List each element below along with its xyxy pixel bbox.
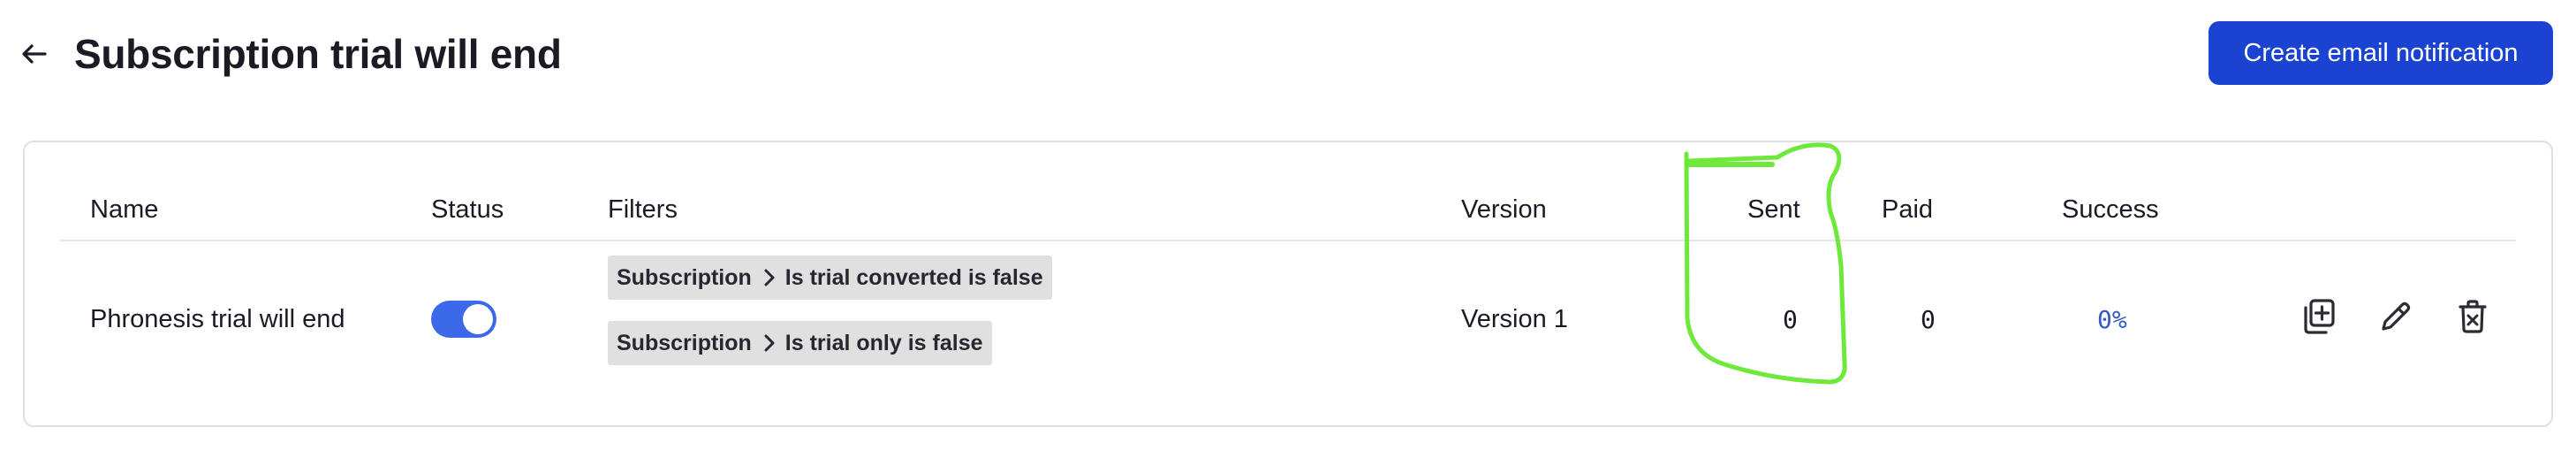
toggle-knob (463, 304, 493, 334)
filter-chip: Subscription Is trial only is false (608, 321, 992, 365)
filter-condition: Is trial converted is false (784, 264, 1043, 290)
column-header-name: Name (90, 195, 159, 224)
notification-name[interactable]: Phronesis trial will end (90, 305, 345, 334)
pencil-icon[interactable] (2375, 296, 2416, 337)
duplicate-icon[interactable] (2299, 296, 2339, 337)
column-header-success: Success (2062, 195, 2159, 224)
column-header-sent: Sent (1747, 195, 1800, 224)
filter-chip: Subscription Is trial converted is false (608, 256, 1052, 300)
column-header-version: Version (1461, 195, 1547, 224)
column-header-paid: Paid (1882, 195, 1934, 224)
notifications-table-card: Name Status Filters Version Sent Paid Su… (23, 141, 2553, 427)
success-value: 0% (2097, 305, 2127, 334)
back-arrow-icon[interactable] (19, 39, 49, 69)
page-title: Subscription trial will end (74, 31, 562, 77)
trash-icon[interactable] (2452, 296, 2493, 337)
filter-condition: Is trial only is false (784, 330, 983, 355)
filter-entity: Subscription (617, 264, 752, 290)
version-value: Version 1 (1461, 305, 1568, 333)
column-header-status: Status (431, 195, 504, 224)
status-toggle[interactable] (431, 301, 496, 338)
chevron-right-icon (764, 334, 775, 352)
filter-entity: Subscription (617, 330, 752, 355)
create-email-notification-button[interactable]: Create email notification (2209, 21, 2553, 85)
chevron-right-icon (764, 269, 775, 286)
table-row[interactable]: Phronesis trial will end Subscription Is… (60, 243, 2516, 411)
paid-value: 0 (1921, 305, 1936, 334)
page: Subscription trial will end Create email… (0, 0, 2576, 458)
column-header-filters: Filters (608, 195, 678, 224)
table-header: Name Status Filters Version Sent Paid Su… (60, 190, 2516, 241)
sent-value: 0 (1783, 305, 1798, 334)
